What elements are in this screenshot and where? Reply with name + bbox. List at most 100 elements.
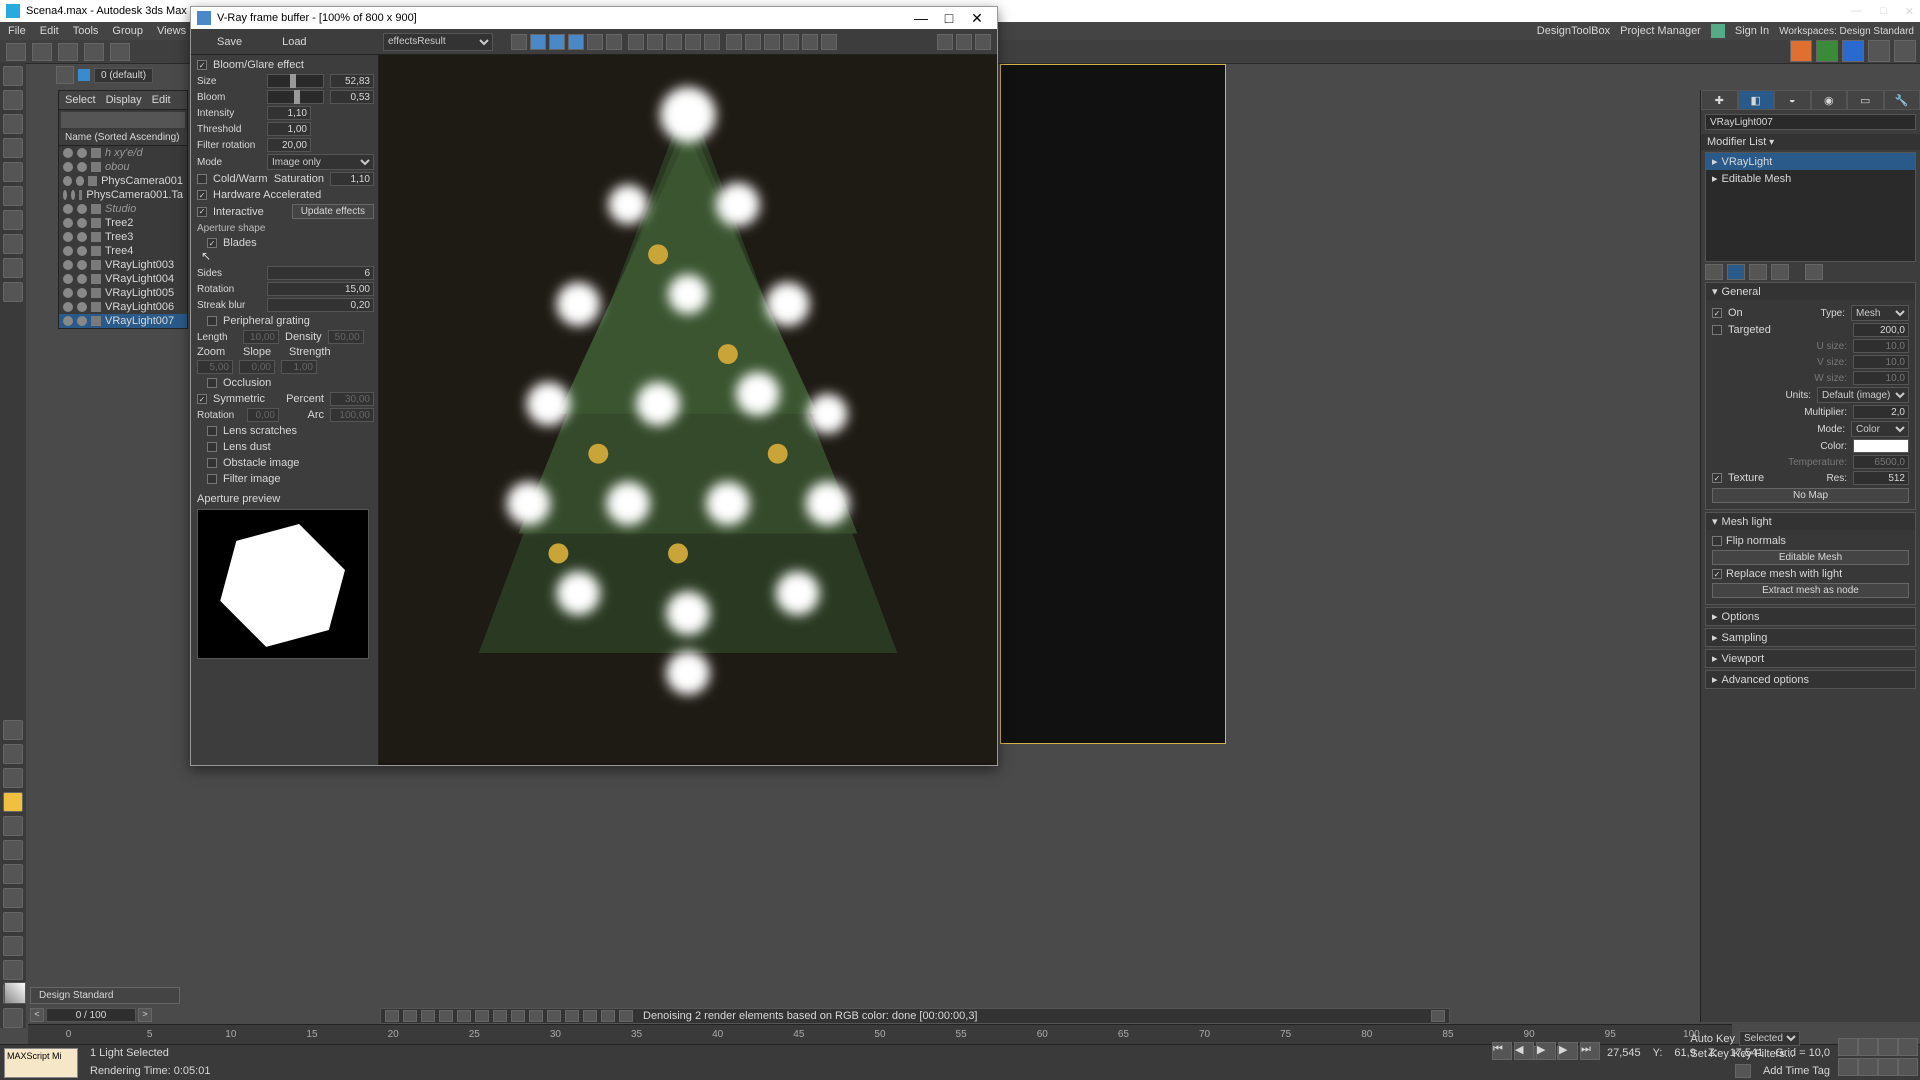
update-effects-button[interactable]: Update effects xyxy=(292,204,374,219)
menu-views[interactable]: Views xyxy=(157,25,186,37)
scene-item[interactable]: Tree4 xyxy=(59,244,187,258)
arc-value[interactable]: 100,00 xyxy=(330,408,374,422)
vfb-sb-icon4[interactable] xyxy=(439,1010,453,1022)
shapes-icon[interactable] xyxy=(3,90,23,110)
toolJ-icon[interactable] xyxy=(3,960,23,980)
vfb-sb-icon5[interactable] xyxy=(457,1010,471,1022)
menu-edit[interactable]: Edit xyxy=(40,25,59,37)
scene-item[interactable]: VRayLight003 xyxy=(59,258,187,272)
se-search-input[interactable] xyxy=(61,112,185,128)
vfb-minimize-button[interactable]: — xyxy=(907,10,935,26)
rollout-sampling-title[interactable]: Sampling xyxy=(1722,632,1768,644)
replace-checkbox[interactable]: ✓ xyxy=(1712,569,1722,579)
create-icon[interactable] xyxy=(3,66,23,86)
freeze-icon[interactable] xyxy=(77,288,87,298)
setkey-button[interactable]: Set Key xyxy=(1690,1048,1729,1060)
visibility-icon[interactable] xyxy=(63,288,73,298)
minimize-button[interactable]: — xyxy=(1851,5,1862,18)
frame-prev-button[interactable]: < xyxy=(30,1008,44,1022)
scene-item[interactable]: obou xyxy=(59,160,187,174)
goto-end-icon[interactable]: ⏭ xyxy=(1580,1042,1600,1060)
vfb-copy-icon[interactable] xyxy=(685,34,701,50)
nav-maximize-icon[interactable] xyxy=(1898,1058,1918,1076)
make-unique-icon[interactable] xyxy=(1749,264,1767,280)
nomap-button[interactable]: No Map xyxy=(1712,488,1909,503)
scene-item[interactable]: PhysCamera001.Ta xyxy=(59,188,187,202)
object-name-field[interactable]: VRayLight007 xyxy=(1705,114,1916,130)
nav-zoomext-icon[interactable] xyxy=(1878,1038,1898,1056)
streak-value[interactable]: 0,20 xyxy=(267,298,374,312)
vfb-alpha-icon[interactable] xyxy=(587,34,603,50)
vfb-save-image-icon[interactable] xyxy=(628,34,644,50)
toolF-icon[interactable] xyxy=(3,864,23,884)
key-filter-dropdown[interactable]: Selected xyxy=(1739,1031,1800,1046)
maxscript-listener[interactable]: MAXScript Mi xyxy=(4,1048,78,1078)
rotation2-value[interactable]: 0,00 xyxy=(247,408,279,422)
percent-value[interactable]: 30,00 xyxy=(330,392,374,406)
vfb-sb-icon14[interactable] xyxy=(619,1010,633,1022)
tool9-icon[interactable] xyxy=(3,258,23,278)
autokey-button[interactable]: Auto Key xyxy=(1690,1033,1735,1045)
vfb-clear-icon[interactable] xyxy=(666,34,682,50)
toolG-icon[interactable] xyxy=(3,888,23,908)
maximize-button[interactable]: □ xyxy=(1880,5,1887,18)
vfb-history-icon[interactable] xyxy=(802,34,818,50)
show-end-result-icon[interactable] xyxy=(1727,264,1745,280)
vfb-close-button[interactable]: ✕ xyxy=(963,10,991,27)
signin-link[interactable]: Sign In xyxy=(1735,25,1769,37)
freeze-icon[interactable] xyxy=(77,204,87,214)
freeze-icon[interactable] xyxy=(77,274,87,284)
design-standard-dropdown[interactable]: Design Standard xyxy=(30,987,180,1004)
freeze-icon[interactable] xyxy=(77,162,87,172)
vfb-sb-icon13[interactable] xyxy=(601,1010,615,1022)
vfb-sb-icon9[interactable] xyxy=(529,1010,543,1022)
visibility-icon[interactable] xyxy=(63,190,67,200)
vfb-b-icon[interactable] xyxy=(568,34,584,50)
slope-value[interactable]: 0,00 xyxy=(239,360,275,374)
symmetric-checkbox[interactable]: ✓ xyxy=(197,394,207,404)
cameras-icon[interactable] xyxy=(3,138,23,158)
grid1-icon[interactable] xyxy=(1868,40,1890,62)
vfb-sb-expand-icon[interactable] xyxy=(1431,1010,1445,1022)
v-icon[interactable] xyxy=(1790,40,1812,62)
scene-item[interactable]: Studio xyxy=(59,202,187,216)
viewport-left[interactable] xyxy=(1000,64,1226,744)
layout-preset[interactable]: 0 (default) xyxy=(94,68,153,83)
tab-utilities-icon[interactable]: 🔧 xyxy=(1884,90,1920,110)
vfb-show-corrections-icon[interactable] xyxy=(956,34,972,50)
add-time-tag[interactable]: Add Time Tag xyxy=(1763,1065,1830,1077)
nav-roll-icon[interactable] xyxy=(1878,1058,1898,1076)
freeze-icon[interactable] xyxy=(77,218,87,228)
scene-item[interactable]: PhysCamera001 xyxy=(59,174,187,188)
multiplier-value[interactable]: 2,0 xyxy=(1853,405,1909,419)
scene-item[interactable]: VRayLight004 xyxy=(59,272,187,286)
systems-icon[interactable] xyxy=(3,210,23,230)
filter-rotation-value[interactable]: 20,00 xyxy=(267,138,311,152)
tool8-icon[interactable] xyxy=(3,234,23,254)
toolC-icon[interactable] xyxy=(3,768,23,788)
on-checkbox[interactable]: ✓ xyxy=(1712,308,1722,318)
tab-display-icon[interactable]: ▭ xyxy=(1847,90,1884,110)
select-filter-icon[interactable] xyxy=(110,43,130,61)
grid2-icon[interactable] xyxy=(1894,40,1916,62)
freeze-icon[interactable] xyxy=(77,232,87,242)
frame-readout[interactable]: 0 / 100 xyxy=(46,1008,136,1022)
visibility-icon[interactable] xyxy=(63,218,73,228)
vfb-rgb-icon[interactable] xyxy=(511,34,527,50)
visibility-icon[interactable] xyxy=(63,176,72,186)
obstacle-checkbox[interactable] xyxy=(207,458,217,468)
toolH-icon[interactable] xyxy=(3,912,23,932)
vfb-cc-icon[interactable] xyxy=(783,34,799,50)
texture-checkbox[interactable]: ✓ xyxy=(1712,473,1722,483)
se-tab-select[interactable]: Select xyxy=(65,94,96,106)
visibility-icon[interactable] xyxy=(63,148,73,158)
rb-icon[interactable] xyxy=(1842,40,1864,62)
rollout-meshlight-toggle[interactable]: ▾ xyxy=(1712,515,1718,528)
close-button[interactable]: ✕ xyxy=(1905,5,1914,18)
vfb-mono-icon[interactable] xyxy=(606,34,622,50)
type-dropdown[interactable]: Mesh xyxy=(1851,305,1909,321)
link-icon[interactable] xyxy=(58,43,78,61)
saturation-value[interactable]: 1,10 xyxy=(330,172,374,186)
freeze-icon[interactable] xyxy=(77,260,87,270)
filterimg-checkbox[interactable] xyxy=(207,474,217,484)
